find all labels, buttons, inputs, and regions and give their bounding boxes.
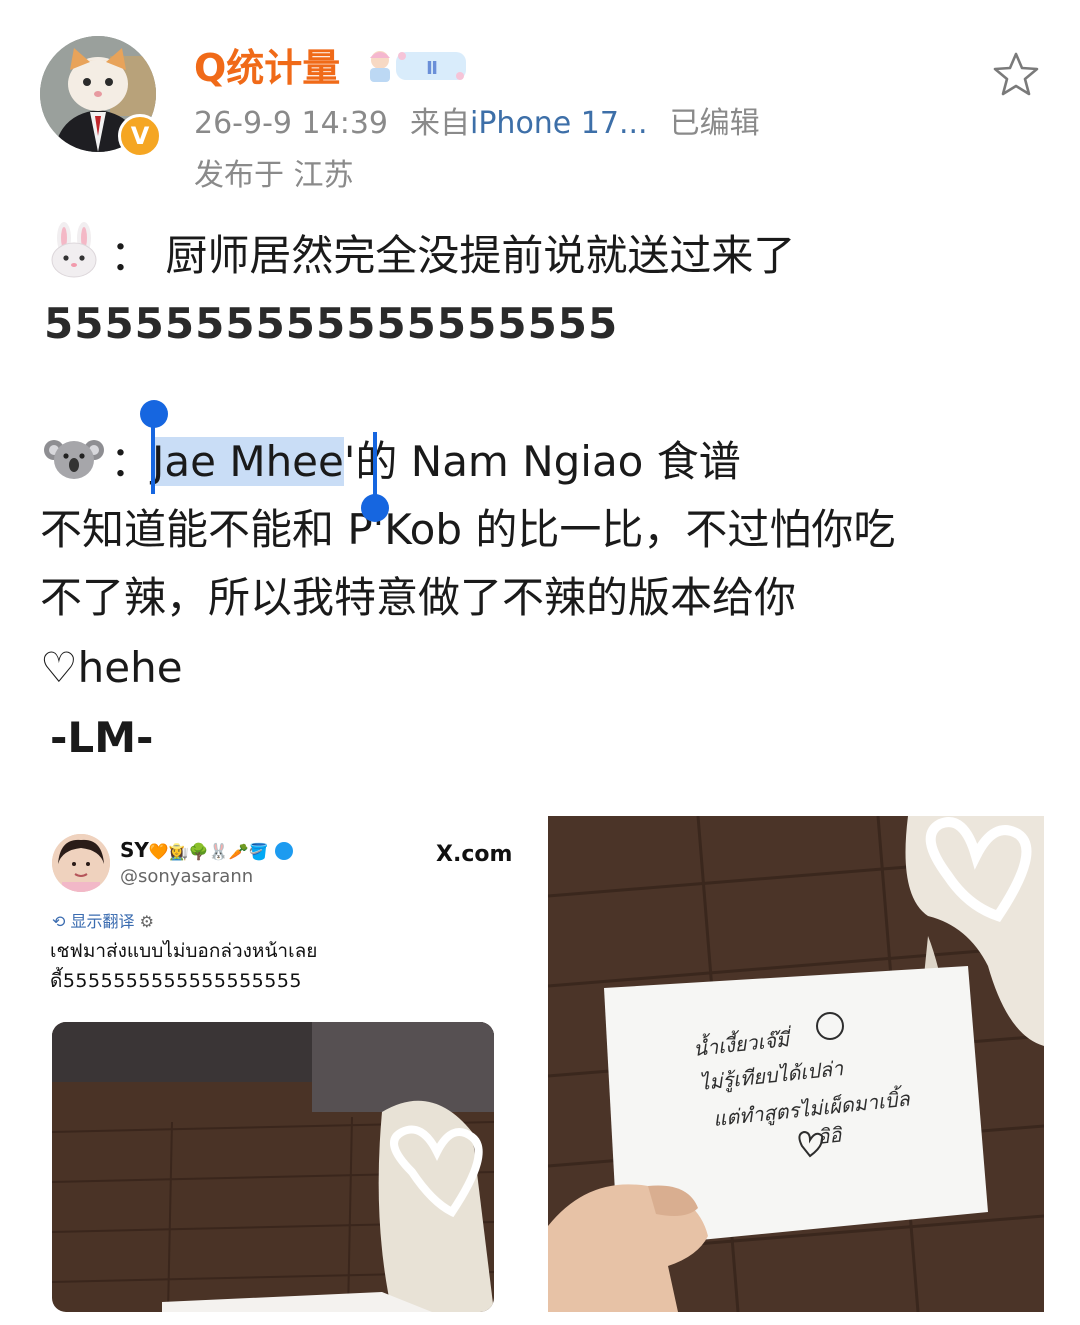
selection-end-handle[interactable] (361, 494, 389, 522)
selection-start-bar (151, 420, 155, 494)
selection-end-bar (373, 432, 377, 502)
edited-label[interactable]: 已编辑 (670, 106, 760, 141)
translate-label: 显示翻译 (70, 912, 135, 931)
device-link[interactable]: iPhone 17... (470, 106, 648, 141)
post-line-3-text: '的 Nam Ngiao 食谱 (343, 437, 741, 486)
source-prefix: 来自 (410, 106, 470, 141)
post-line-1: ： 厨师居然完全没提前说就送过来了 (44, 222, 795, 290)
rabbit-emoji-icon (44, 222, 104, 278)
member-badge-text: Ⅱ (426, 58, 438, 79)
translate-icon: ⟲ (52, 912, 71, 931)
settings-gear-icon: ⚙ (139, 912, 154, 931)
koala-emoji-icon (44, 428, 104, 484)
verified-badge-icon: V (118, 114, 162, 158)
post-line-6: ♡hehe (40, 643, 183, 692)
post-line-5: 不了辣，所以我特意做了不辣的版本给你 (40, 573, 797, 622)
tweet-source: X.com (436, 842, 513, 867)
tweet-author-emojis: 🧡👩‍🌾🌳🐰🥕🪣 (148, 842, 269, 861)
post-line-4: 不知道能不能和 P'Kob 的比一比，不过怕你吃 (40, 505, 896, 554)
tweet-photo (52, 1022, 494, 1312)
selection-start-handle[interactable] (140, 400, 168, 428)
tweet-text-line-2: ดี้5555555555555555555 (50, 970, 303, 992)
post-line-1-text: ： 厨师居然完全没提前说就送过来了 (110, 231, 796, 280)
post-image-1[interactable]: SY🧡👩‍🌾🌳🐰🥕🪣 @sonyasarann X.com ⟲ 显示翻译 ⚙ เ… (36, 816, 532, 1312)
tweet-author-name: SY (120, 838, 149, 862)
username[interactable]: Q统计量 (194, 44, 340, 92)
post-line-2: 5555555555555555555 (44, 299, 619, 348)
post-image-2[interactable]: น้ำเงี้ยวเจ๊มี่ ไม่รู้เทียบได้เปล่า แต่ท… (548, 816, 1044, 1312)
tweet-handle: @sonyasarann (120, 866, 254, 887)
translate-link: ⟲ 显示翻译 ⚙ (52, 908, 154, 932)
tweet-verified-icon (275, 842, 294, 860)
post-timestamp: 26-9-9 14:39 (194, 106, 388, 141)
tweet-author: SY🧡👩‍🌾🌳🐰🥕🪣 (120, 838, 294, 862)
selected-text[interactable]: Jae Mhee (152, 437, 344, 486)
post-line-3: ：Jae Mhee'的 Nam Ngiao 食谱 (44, 428, 741, 496)
post-meta: 26-9-9 14:39 来自iPhone 17... 已编辑 (194, 104, 760, 144)
favorite-star-icon[interactable] (992, 50, 1040, 98)
member-badge-icon[interactable]: Ⅱ (362, 46, 470, 86)
tweet-avatar (52, 834, 110, 892)
post-signature: -LM- (50, 713, 154, 762)
tweet-text-line-1: เชฟมาส่งแบบไม่บอกล่วงหน้าเลย (50, 940, 318, 962)
post-location: 发布于 江苏 (194, 158, 354, 193)
